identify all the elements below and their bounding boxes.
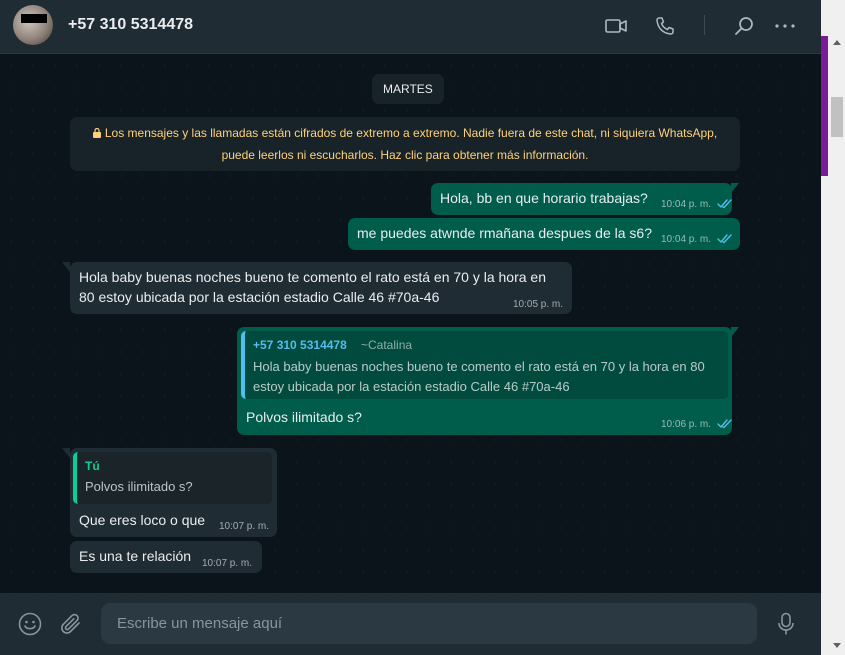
bubble-tail bbox=[731, 327, 739, 337]
side-accent bbox=[821, 36, 828, 176]
message-outgoing[interactable]: me puedes atwnde rmañana despues de la s… bbox=[348, 218, 740, 250]
scroll-down-arrow-icon[interactable] bbox=[829, 638, 845, 652]
read-receipt-icon bbox=[717, 419, 732, 429]
message-time: 10:04 p. m. bbox=[661, 234, 712, 245]
message-outgoing-reply[interactable]: +57 310 5314478 ~Catalina Hola baby buen… bbox=[237, 327, 739, 435]
quoted-text-line1: Hola baby buenas noches bueno te comento… bbox=[253, 359, 705, 374]
message-incoming[interactable]: Es una te relación 10:07 p. m. bbox=[70, 541, 262, 573]
more-icon[interactable] bbox=[772, 13, 798, 39]
message-text: Es una te relación bbox=[79, 548, 192, 564]
message-time: 10:07 p. m. bbox=[202, 558, 253, 569]
message-list[interactable]: MARTES Los mensajes y las llamadas están… bbox=[0, 55, 821, 593]
compose-bar bbox=[0, 593, 821, 655]
day-separator: MARTES bbox=[372, 74, 444, 104]
encryption-notice-line1: Los mensajes y las llamadas están cifrad… bbox=[104, 126, 718, 140]
message-time: 10:04 p. m. bbox=[661, 199, 712, 210]
quoted-author: Tú bbox=[85, 459, 100, 473]
encryption-notice[interactable]: Los mensajes y las llamadas están cifrad… bbox=[70, 117, 740, 171]
side-panel bbox=[821, 0, 845, 655]
whatsapp-window: +57 310 5314478 MARTES Los mensajes y la… bbox=[0, 0, 821, 655]
encryption-notice-line2: puede leerlos ni escucharlos. Haz clic p… bbox=[221, 148, 589, 162]
bubble-tail bbox=[62, 262, 70, 272]
quoted-text-line2: estoy ubicada por la estación estadio Ca… bbox=[253, 379, 570, 394]
bubble-tail bbox=[62, 448, 70, 458]
header-divider bbox=[704, 15, 705, 35]
chat-header: +57 310 5314478 bbox=[0, 0, 821, 54]
message-incoming-reply[interactable]: Tú Polvos ilimitado s? Que eres loco o q… bbox=[62, 448, 277, 537]
contact-name[interactable]: +57 310 5314478 bbox=[68, 16, 193, 34]
scroll-up-arrow-icon[interactable] bbox=[829, 36, 845, 48]
scrollbar-thumb[interactable] bbox=[831, 97, 843, 137]
quoted-author-name: ~Catalina bbox=[361, 338, 413, 352]
quoted-message[interactable]: +57 310 5314478 ~Catalina Hola baby buen… bbox=[241, 331, 728, 399]
message-text-line2: 80 estoy ubicada por la estación estadio… bbox=[79, 289, 440, 305]
read-receipt-icon bbox=[717, 234, 732, 244]
quoted-text: Polvos ilimitado s? bbox=[85, 479, 193, 494]
attach-icon[interactable] bbox=[58, 611, 84, 637]
quoted-message[interactable]: Tú Polvos ilimitado s? bbox=[73, 452, 272, 504]
contact-avatar[interactable] bbox=[13, 5, 53, 45]
message-outgoing[interactable]: Hola, bb en que horario trabajas? 10:04 … bbox=[431, 183, 739, 215]
read-receipt-icon bbox=[717, 199, 732, 209]
video-icon[interactable] bbox=[603, 13, 629, 39]
message-text-line1: Hola baby buenas noches bueno te comento… bbox=[79, 269, 546, 285]
message-text: me puedes atwnde rmañana despues de la s… bbox=[357, 225, 652, 241]
message-text: Que eres loco o que bbox=[79, 512, 206, 528]
quoted-author: +57 310 5314478 bbox=[253, 338, 347, 352]
message-time: 10:05 p. m. bbox=[513, 299, 564, 310]
message-time: 10:07 p. m. bbox=[219, 521, 270, 532]
message-input[interactable] bbox=[101, 603, 757, 644]
message-text: Polvos ilimitado s? bbox=[246, 409, 362, 425]
search-icon[interactable] bbox=[731, 13, 757, 39]
lock-icon bbox=[92, 123, 101, 138]
mic-icon[interactable] bbox=[773, 611, 799, 637]
bubble-tail bbox=[731, 183, 739, 193]
message-incoming[interactable]: Hola baby buenas noches bueno te comento… bbox=[62, 262, 572, 314]
emoji-icon[interactable] bbox=[17, 611, 43, 637]
phone-icon[interactable] bbox=[652, 13, 678, 39]
message-time: 10:06 p. m. bbox=[661, 419, 712, 430]
message-text: Hola, bb en que horario trabajas? bbox=[440, 190, 648, 206]
